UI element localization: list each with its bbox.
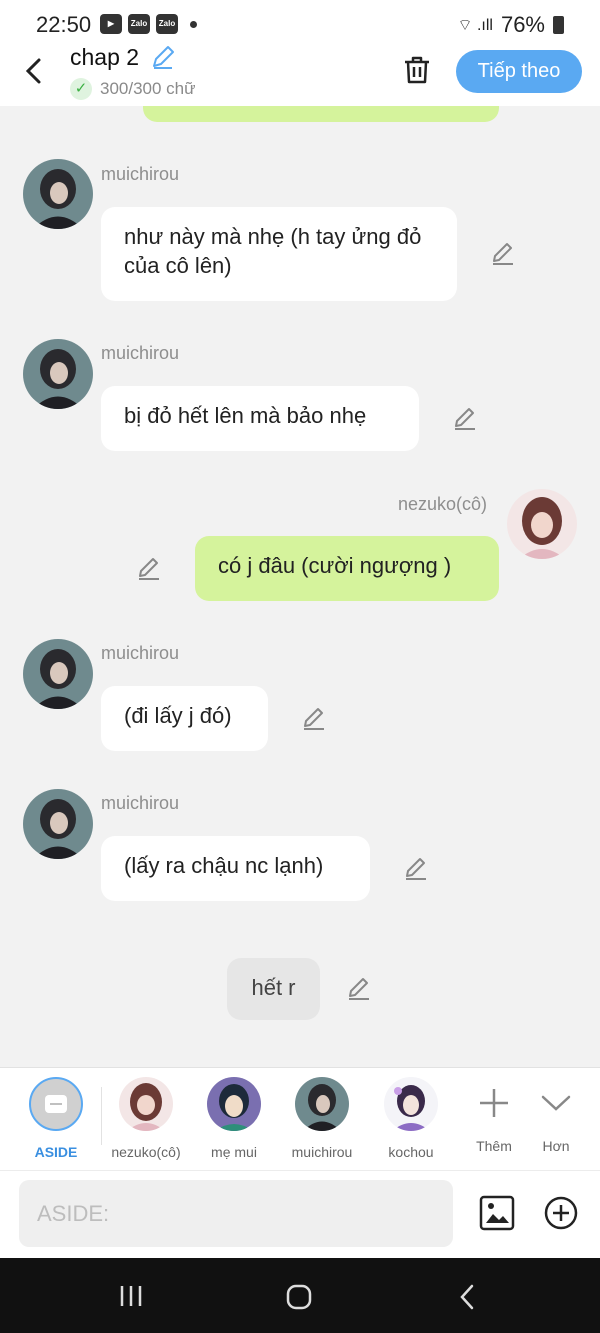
speaker-name: muichirou bbox=[101, 643, 180, 663]
aside-avatar bbox=[29, 1077, 83, 1131]
more-label: Hơn bbox=[542, 1138, 570, 1154]
wifi-icon: ⌔ .ıll bbox=[457, 17, 493, 34]
status-time: 22:50 bbox=[36, 12, 92, 37]
message-bubble[interactable]: (lấy ra chậu nc lạnh) bbox=[101, 836, 370, 901]
plus-icon bbox=[480, 1089, 508, 1117]
character-kochou[interactable]: kochou bbox=[371, 1077, 451, 1160]
pencil-icon bbox=[349, 978, 369, 1000]
avatar-muichirou[interactable] bbox=[23, 159, 93, 229]
character-aside[interactable]: ASIDE bbox=[16, 1077, 96, 1160]
avatar bbox=[207, 1077, 261, 1131]
edit-message-button[interactable] bbox=[346, 976, 372, 1002]
add-button[interactable] bbox=[543, 1195, 579, 1231]
message-bubble[interactable]: bị đỏ hết lên mà bảo nhẹ bbox=[101, 386, 419, 451]
edit-message-button[interactable] bbox=[403, 856, 429, 882]
character-muichirou[interactable]: muichirou bbox=[282, 1077, 362, 1160]
message-bubble[interactable]: (đi lấy j đó) bbox=[101, 686, 268, 751]
char-count-row: ✓ 300/300 chữ bbox=[70, 78, 196, 100]
chevron-down-icon bbox=[541, 1095, 571, 1111]
avatar bbox=[119, 1077, 173, 1131]
notification-icons: ▶ Zalo Zalo bbox=[100, 14, 197, 34]
battery-level: 76% bbox=[500, 12, 545, 37]
system-indicators: ⌔ .ıll 76% bbox=[457, 12, 564, 38]
character-label: nezuko(cô) bbox=[111, 1144, 181, 1160]
edit-message-button[interactable] bbox=[136, 556, 162, 582]
edit-message-button[interactable] bbox=[490, 241, 516, 267]
avatar-muichirou[interactable] bbox=[23, 639, 93, 709]
check-circle-icon: ✓ bbox=[70, 78, 92, 100]
delete-button[interactable] bbox=[402, 55, 432, 85]
message-square-icon bbox=[45, 1095, 67, 1113]
trash-icon bbox=[405, 56, 429, 84]
character-nezuko[interactable]: nezuko(cô) bbox=[106, 1077, 186, 1160]
home-icon[interactable] bbox=[286, 1284, 312, 1310]
page-title: chap 2 bbox=[70, 44, 140, 70]
edit-message-button[interactable] bbox=[452, 406, 478, 432]
speaker-name: muichirou bbox=[101, 343, 180, 363]
divider bbox=[101, 1087, 102, 1145]
edit-title-button[interactable] bbox=[150, 44, 176, 70]
pencil-icon bbox=[493, 243, 513, 265]
next-button[interactable]: Tiếp theo bbox=[456, 50, 582, 93]
pencil-icon bbox=[455, 408, 475, 430]
pencil-icon bbox=[139, 558, 159, 580]
speaker-name: nezuko(cô) bbox=[398, 494, 488, 514]
avatar bbox=[384, 1077, 438, 1131]
message-bubble[interactable]: như này mà nhẹ (h tay ửng đỏ của cô lên) bbox=[101, 207, 457, 301]
back-button[interactable] bbox=[22, 56, 46, 86]
edit-message-button[interactable] bbox=[301, 706, 327, 732]
system-nav-bar bbox=[0, 1258, 600, 1333]
speaker-name: muichirou bbox=[101, 793, 180, 813]
pencil-icon bbox=[406, 858, 426, 880]
character-label: mẹ mui bbox=[211, 1144, 257, 1160]
zalo-icon: Zalo bbox=[156, 14, 178, 34]
avatar-muichirou[interactable] bbox=[23, 789, 93, 859]
aside-message-bubble[interactable]: hết r bbox=[227, 958, 320, 1020]
pencil-icon bbox=[153, 46, 174, 69]
character-label: ASIDE bbox=[34, 1144, 78, 1160]
plus-circle-icon bbox=[544, 1196, 578, 1230]
pencil-icon bbox=[304, 708, 324, 730]
image-icon bbox=[479, 1195, 515, 1231]
status-bar: 22:50 ▶ Zalo Zalo ⌔ .ıll 76% bbox=[0, 0, 600, 50]
character-label: kochou bbox=[388, 1144, 434, 1160]
more-notifications-dot bbox=[190, 20, 197, 28]
message-input[interactable] bbox=[19, 1180, 453, 1247]
character-me-mui[interactable]: mẹ mui bbox=[194, 1077, 274, 1160]
youtube-icon: ▶ bbox=[100, 14, 122, 34]
zalo-icon: Zalo bbox=[128, 14, 150, 34]
avatar bbox=[295, 1077, 349, 1131]
character-label: muichirou bbox=[291, 1144, 353, 1160]
speaker-name: muichirou bbox=[101, 164, 180, 184]
avatar-nezuko[interactable] bbox=[507, 489, 577, 559]
char-count: 300/300 chữ bbox=[100, 79, 196, 98]
avatar-muichirou[interactable] bbox=[23, 339, 93, 409]
insert-image-button[interactable] bbox=[478, 1194, 516, 1232]
battery-icon bbox=[553, 16, 564, 34]
system-back-icon[interactable] bbox=[457, 1283, 477, 1311]
chevron-left-icon bbox=[25, 58, 41, 84]
recent-apps-icon[interactable] bbox=[118, 1284, 144, 1308]
own-message-bubble[interactable]: có j đâu (cười ngượng ) bbox=[195, 536, 499, 601]
more-characters-button[interactable]: Hơn bbox=[516, 1077, 596, 1154]
previous-message-bubble[interactable] bbox=[143, 106, 499, 122]
